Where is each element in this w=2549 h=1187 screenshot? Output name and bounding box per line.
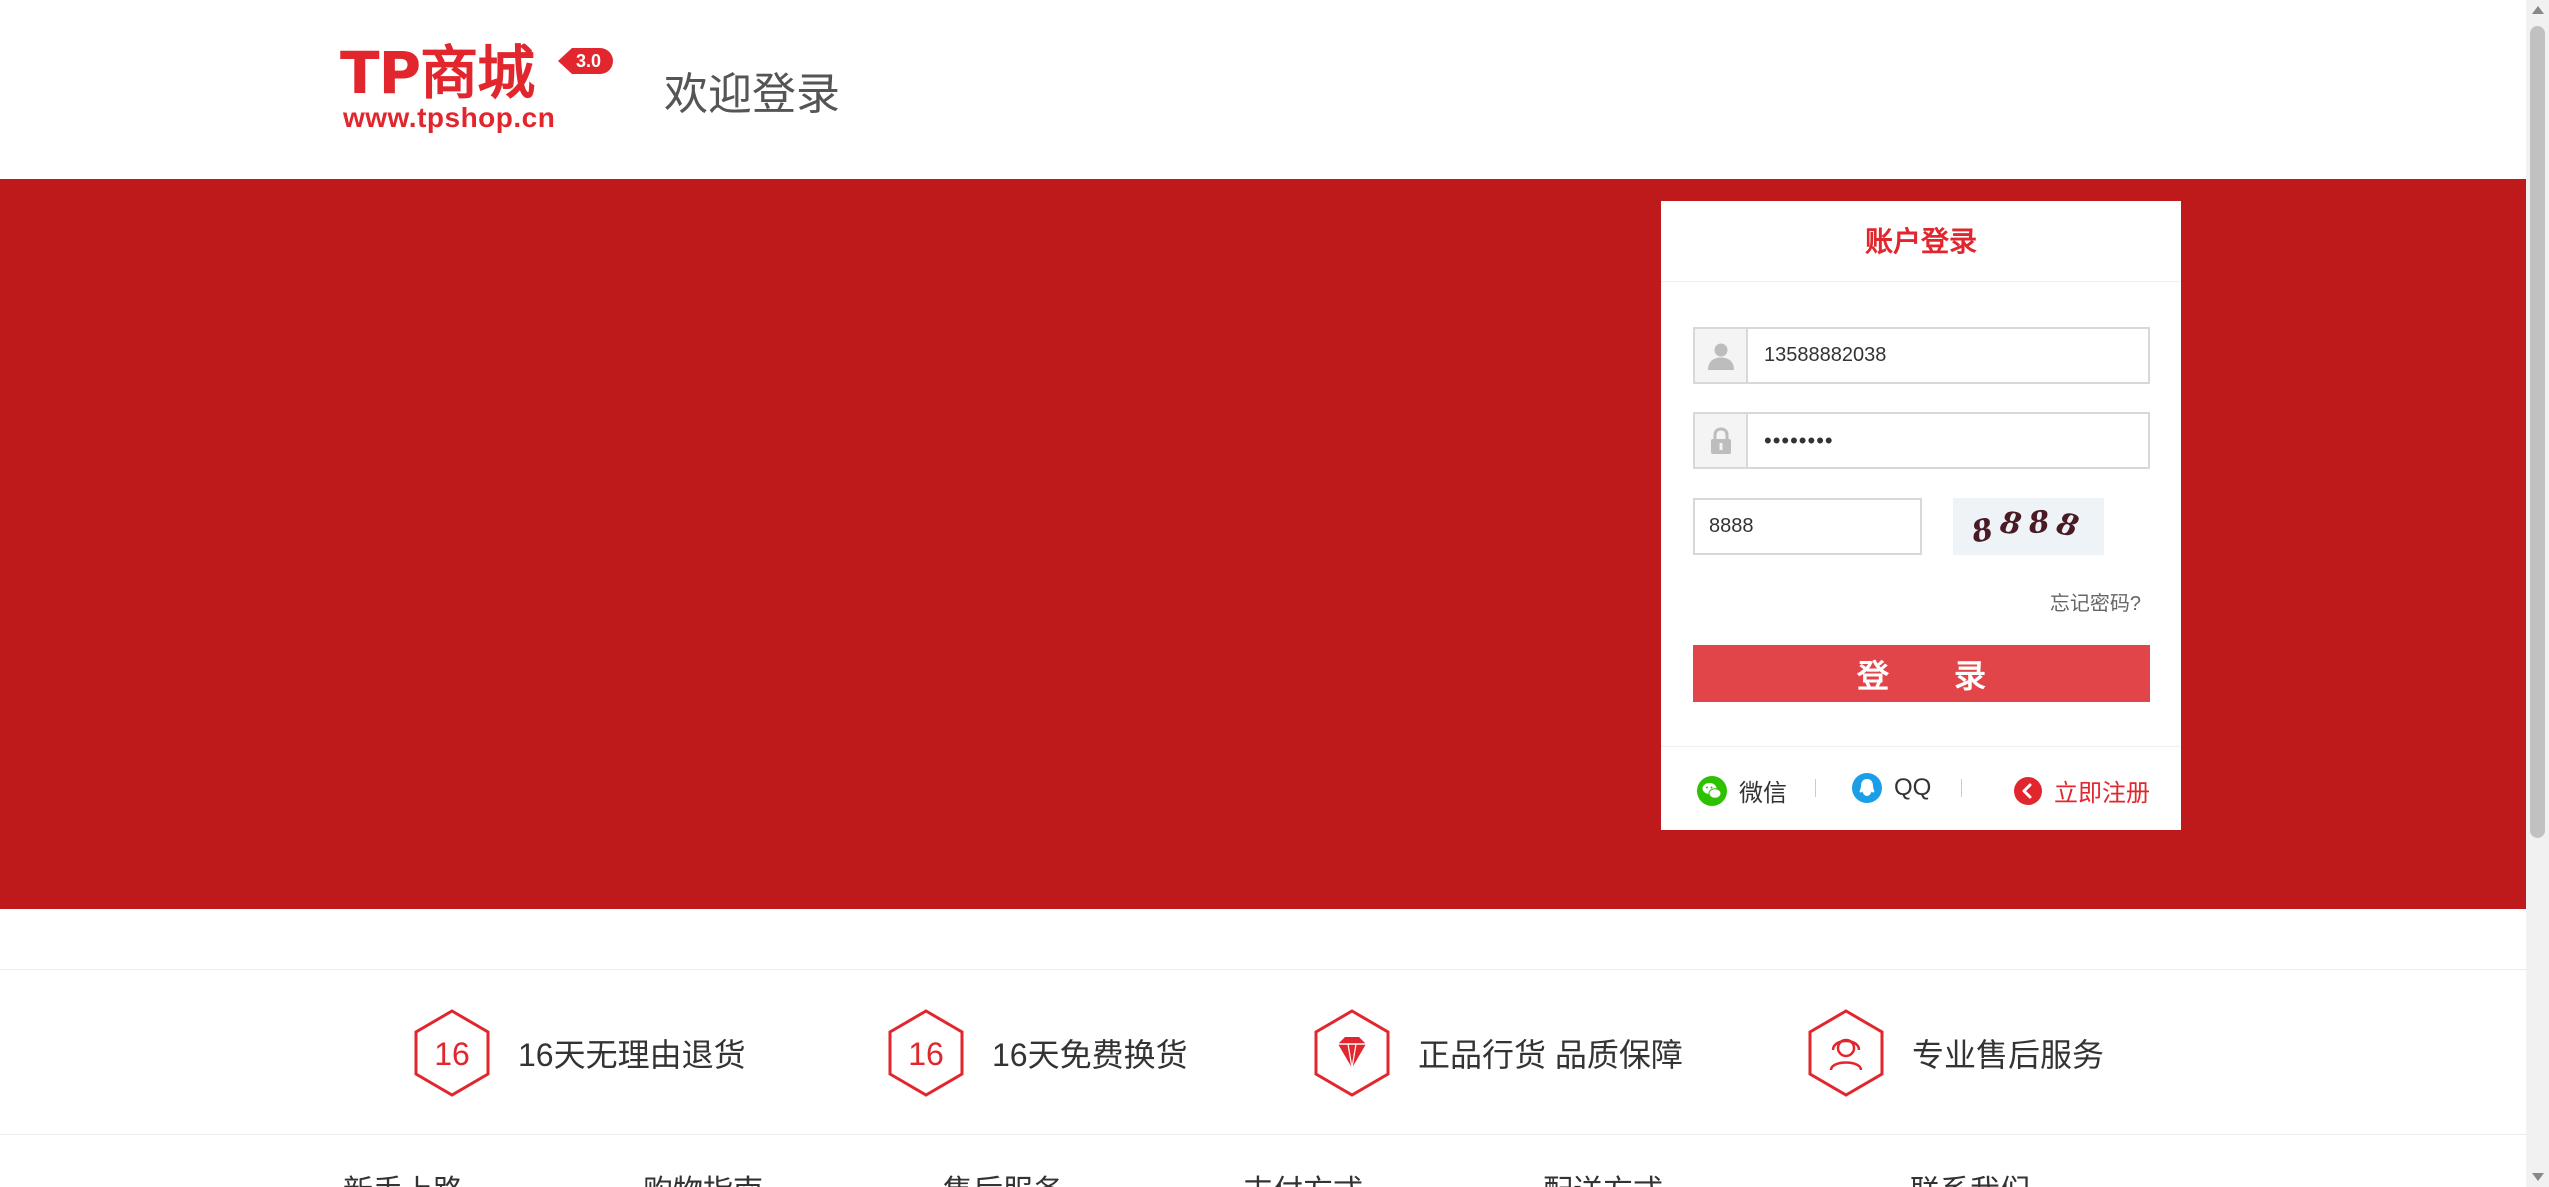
service-item: 16 16天无理由退货: [412, 1008, 746, 1098]
footer-column-title: 新手上路: [343, 1166, 463, 1187]
footer-column-title: 支付方式: [1243, 1166, 1363, 1187]
footer-column-title: 配送方式: [1543, 1166, 1663, 1187]
forgot-password-link[interactable]: 忘记密码?: [2050, 587, 2141, 616]
wechat-label: 微信: [1739, 780, 1787, 807]
password-input[interactable]: [1748, 414, 2148, 467]
register-link[interactable]: 立即注册: [2014, 773, 2150, 808]
chevron-left-circle-icon: [2014, 776, 2042, 805]
scroll-down-icon[interactable]: [2532, 1173, 2544, 1181]
diamond-icon: [1314, 1009, 1390, 1097]
service-label: 16天无理由退货: [518, 1037, 746, 1073]
third-party-login: 微信 QQ 立即注册: [1661, 746, 2181, 830]
footer-column-title: 联系我们: [1910, 1166, 2030, 1187]
login-page: TP商城 3.0 www.tpshop.cn 欢迎登录 账户登录 1358888…: [0, 0, 2549, 1187]
logo-version-badge: 3.0: [558, 48, 614, 74]
footer-column-title: 售后服务: [943, 1166, 1063, 1187]
wechat-icon: [1697, 775, 1727, 806]
qq-login-link[interactable]: QQ: [1852, 773, 1931, 803]
qq-icon: [1852, 773, 1882, 803]
qq-label: QQ: [1894, 774, 1932, 801]
wechat-login-link[interactable]: 微信: [1697, 773, 1787, 808]
divider: [0, 1134, 2526, 1135]
user-icon: [1695, 329, 1748, 382]
hexagon-16-icon: 16: [888, 1009, 964, 1097]
footer-column-title: 购物指南: [643, 1166, 763, 1187]
captcha-input[interactable]: [1695, 500, 1920, 553]
divider: [0, 969, 2526, 970]
svg-text:16: 16: [434, 1036, 470, 1072]
login-title: 账户登录: [1661, 201, 2181, 282]
captcha-image[interactable]: 8 8 8 8: [1953, 498, 2104, 555]
service-label: 专业售后服务: [1912, 1037, 2105, 1073]
svg-text:16: 16: [908, 1036, 944, 1072]
scroll-up-icon[interactable]: [2532, 6, 2544, 14]
username-field: [1693, 327, 2150, 384]
service-label: 正品行货 品质保障: [1418, 1037, 1683, 1073]
divider: [1961, 779, 1962, 797]
vertical-scrollbar[interactable]: [2526, 0, 2549, 1187]
login-button[interactable]: 登 录: [1693, 645, 2150, 702]
customer-service-icon: [1808, 1009, 1884, 1097]
lock-icon: [1695, 414, 1748, 467]
hexagon-16-icon: 16: [414, 1009, 490, 1097]
service-item: 正品行货 品质保障: [1312, 1008, 1683, 1098]
logo-text: TP商城: [340, 39, 535, 107]
captcha-field: [1693, 498, 1922, 555]
service-label: 16天免费换货: [992, 1037, 1188, 1073]
login-panel: 账户登录 8 8: [1661, 201, 2181, 830]
password-field: [1693, 412, 2150, 469]
captcha-char: 8: [1997, 505, 2032, 544]
register-label: 立即注册: [2054, 780, 2150, 807]
site-logo[interactable]: TP商城 3.0 www.tpshop.cn: [340, 40, 630, 140]
logo-url: www.tpshop.cn: [343, 102, 556, 133]
page-title: 欢迎登录: [664, 70, 840, 119]
scrollbar-thumb[interactable]: [2530, 26, 2545, 838]
divider: [1815, 779, 1816, 797]
username-input[interactable]: [1748, 329, 2148, 382]
captcha-char: 8: [2053, 506, 2091, 547]
service-item: 专业售后服务: [1806, 1008, 2104, 1098]
service-item: 16 16天免费换货: [886, 1008, 1188, 1098]
